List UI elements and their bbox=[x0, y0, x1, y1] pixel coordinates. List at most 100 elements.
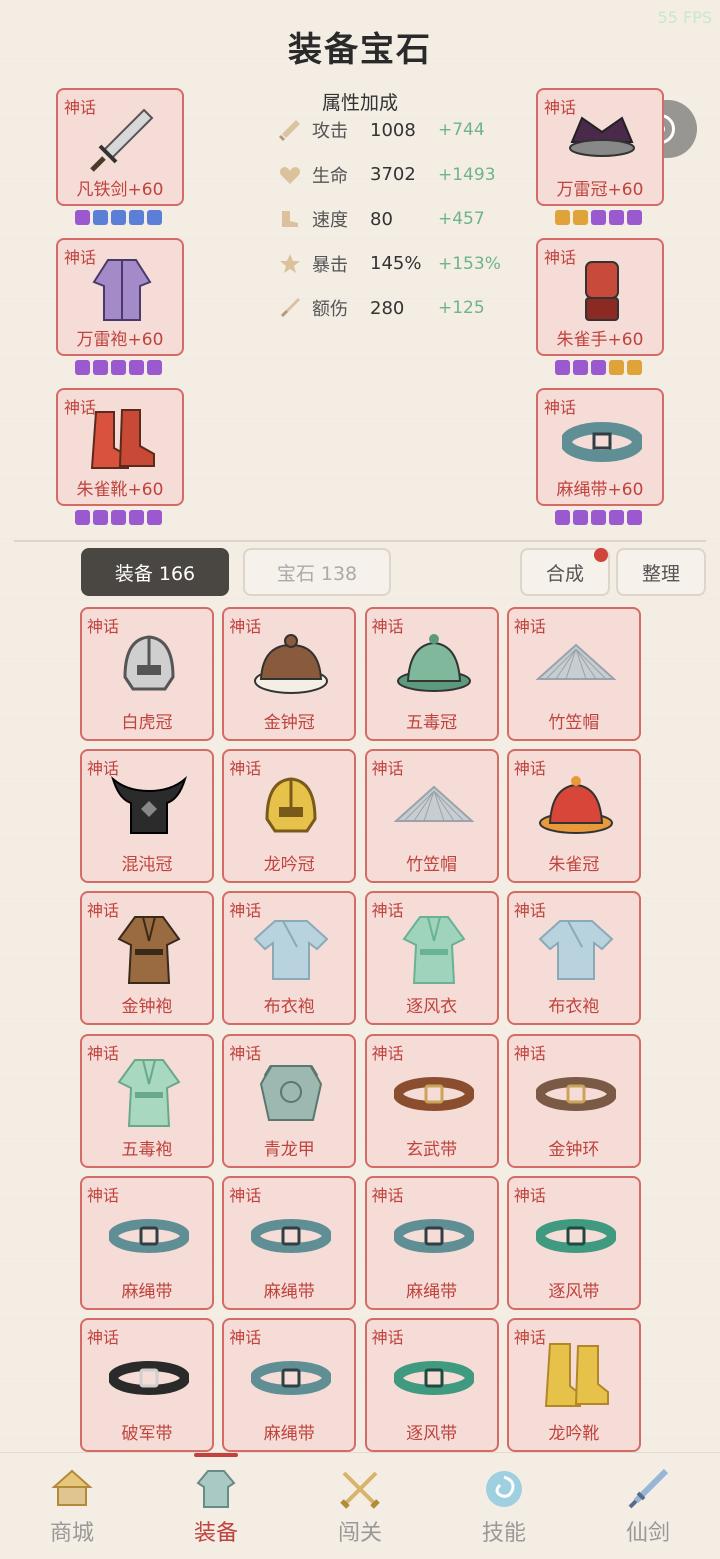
horn-helmet-icon bbox=[111, 776, 187, 835]
inventory-item[interactable]: 神话 破军带 bbox=[80, 1318, 214, 1452]
inventory-item[interactable]: 神话 金钟环 bbox=[506, 1033, 641, 1168]
inventory-item[interactable]: 神话 麻绳带 bbox=[80, 1175, 214, 1310]
inventory-item[interactable]: 神话 竹笠帽 bbox=[364, 749, 499, 884]
star-icon bbox=[280, 253, 300, 273]
tab-gems[interactable]: 宝石 138 bbox=[243, 548, 391, 596]
item-name: 金钟冠 bbox=[263, 713, 315, 733]
item-name: 金钟环 bbox=[548, 1139, 600, 1160]
attribute-row: 额伤 280 +125 bbox=[278, 293, 485, 323]
inventory-item[interactable]: 神话 布衣袍 bbox=[506, 891, 641, 1026]
item-name: 逐风衣 bbox=[406, 997, 458, 1018]
heart-icon bbox=[280, 166, 300, 184]
inventory-item[interactable]: 神话 五毒袍 bbox=[80, 1033, 214, 1168]
inventory-item[interactable]: 神话 玄武带 bbox=[364, 1033, 499, 1168]
gem-socket bbox=[147, 360, 162, 375]
nav-item[interactable]: 闯关 bbox=[288, 1453, 432, 1559]
inventory-item[interactable]: 神话 竹笠帽 bbox=[506, 607, 641, 741]
inventory-item[interactable]: 神话 麻绳带 bbox=[222, 1318, 357, 1452]
item-name: 五毒袍 bbox=[121, 1139, 173, 1160]
item-name: 混沌冠 bbox=[121, 855, 173, 876]
nav-item[interactable]: 技能 bbox=[432, 1453, 576, 1559]
nav-label: 技能 bbox=[481, 1521, 526, 1546]
shirt-icon bbox=[253, 920, 329, 981]
armor-icon bbox=[260, 1064, 323, 1121]
sort-button[interactable]: 整理 bbox=[616, 548, 706, 596]
gem-sockets bbox=[75, 210, 162, 226]
nav-item[interactable]: 商城 bbox=[0, 1453, 144, 1559]
belt-icon bbox=[109, 1218, 189, 1253]
item-name: 麻绳带 bbox=[263, 1424, 315, 1444]
equipped-slot[interactable]: 神话 万雷冠+60 bbox=[536, 88, 664, 206]
inventory-item[interactable]: 神话 青龙甲 bbox=[222, 1033, 357, 1168]
attribute-row: 生命 3702 +1493 bbox=[278, 160, 496, 190]
inventory-item[interactable]: 神话 逐风带 bbox=[364, 1318, 499, 1452]
equipment-name: 凡铁剑+60 bbox=[76, 180, 164, 200]
section-divider bbox=[14, 540, 706, 542]
belt-icon bbox=[562, 422, 642, 462]
inventory-item[interactable]: 神话 逐风带 bbox=[506, 1175, 641, 1310]
equipped-slot[interactable]: 神话 凡铁剑+60 bbox=[56, 88, 184, 206]
inventory-item[interactable]: 神话 龙吟靴 bbox=[506, 1318, 641, 1452]
gem-socket bbox=[93, 510, 108, 525]
item-name: 朱雀冠 bbox=[548, 855, 600, 876]
robe-icon bbox=[117, 1058, 181, 1127]
gem-socket bbox=[627, 360, 642, 375]
inventory-item[interactable]: 神话 龙吟冠 bbox=[222, 749, 357, 884]
gem-socket bbox=[147, 210, 162, 225]
gem-socket bbox=[75, 210, 90, 225]
robe-icon bbox=[402, 916, 466, 985]
belt-icon bbox=[251, 1218, 332, 1253]
gem-socket bbox=[609, 510, 624, 525]
inventory-item[interactable]: 神话 布衣袍 bbox=[222, 891, 357, 1026]
glove-icon bbox=[585, 261, 619, 321]
nav-item[interactable]: 装备 bbox=[144, 1453, 288, 1559]
belt-icon bbox=[251, 1361, 332, 1395]
tab-equipment[interactable]: 装备 166 bbox=[81, 548, 229, 596]
equipment-name: 朱雀靴+60 bbox=[76, 480, 164, 500]
item-name: 青龙甲 bbox=[263, 1139, 315, 1160]
equipped-slot[interactable]: 神话 朱雀靴+60 bbox=[56, 388, 184, 506]
attribute-bonus: +744 bbox=[438, 120, 485, 140]
nav-label: 装备 bbox=[193, 1521, 238, 1546]
inventory-item[interactable]: 神话 朱雀冠 bbox=[506, 749, 641, 884]
equipped-slot[interactable]: 神话 万雷袍+60 bbox=[56, 238, 184, 356]
item-name: 五毒冠 bbox=[406, 713, 458, 733]
gem-socket bbox=[627, 210, 642, 225]
inventory-item[interactable]: 神话 麻绳带 bbox=[222, 1175, 357, 1310]
attribute-label: 暴击 bbox=[312, 254, 348, 276]
attribute-row: 攻击 1008 +744 bbox=[278, 115, 485, 145]
equipped-slot[interactable]: 神话 朱雀手+60 bbox=[536, 238, 664, 356]
equipment-name: 万雷袍+60 bbox=[76, 330, 164, 350]
item-name: 布衣袍 bbox=[263, 997, 315, 1018]
inventory-item[interactable]: 神话 白虎冠 bbox=[80, 607, 214, 741]
item-name: 玄武带 bbox=[406, 1139, 458, 1160]
inventory-item[interactable]: 神话 混沌冠 bbox=[80, 749, 214, 884]
dagger-attr-icon bbox=[280, 298, 300, 318]
robe-icon bbox=[117, 916, 181, 985]
gem-sockets bbox=[75, 360, 162, 376]
attribute-value: 3702 bbox=[370, 164, 416, 185]
swirl-icon bbox=[486, 1471, 522, 1507]
belt-icon bbox=[535, 1076, 616, 1111]
inventory-item[interactable]: 神话 麻绳带 bbox=[364, 1175, 499, 1310]
item-name: 麻绳带 bbox=[121, 1281, 173, 1302]
gem-socket bbox=[591, 210, 606, 225]
attribute-label: 速度 bbox=[312, 210, 348, 231]
crossed-swords-icon bbox=[340, 1471, 380, 1509]
inventory-item[interactable]: 神话 金钟冠 bbox=[222, 607, 357, 741]
equipment-icon bbox=[196, 1470, 236, 1508]
gem-sockets bbox=[75, 510, 162, 526]
inventory-item[interactable]: 神话 逐风衣 bbox=[364, 891, 499, 1026]
inventory-item[interactable]: 神话 金钟袍 bbox=[80, 891, 214, 1026]
nav-label: 仙剑 bbox=[625, 1521, 670, 1546]
equipped-slot[interactable]: 神话 麻绳带+60 bbox=[536, 388, 664, 506]
bell-hat-icon bbox=[396, 634, 471, 692]
gem-sockets bbox=[555, 360, 642, 376]
gem-socket bbox=[129, 510, 144, 525]
item-name: 破军带 bbox=[121, 1424, 173, 1444]
gem-socket bbox=[75, 510, 90, 525]
inventory-item[interactable]: 神话 五毒冠 bbox=[364, 607, 499, 741]
gem-socket bbox=[75, 360, 90, 375]
belt-icon bbox=[393, 1076, 474, 1111]
nav-item[interactable]: 仙剑 bbox=[576, 1453, 720, 1559]
